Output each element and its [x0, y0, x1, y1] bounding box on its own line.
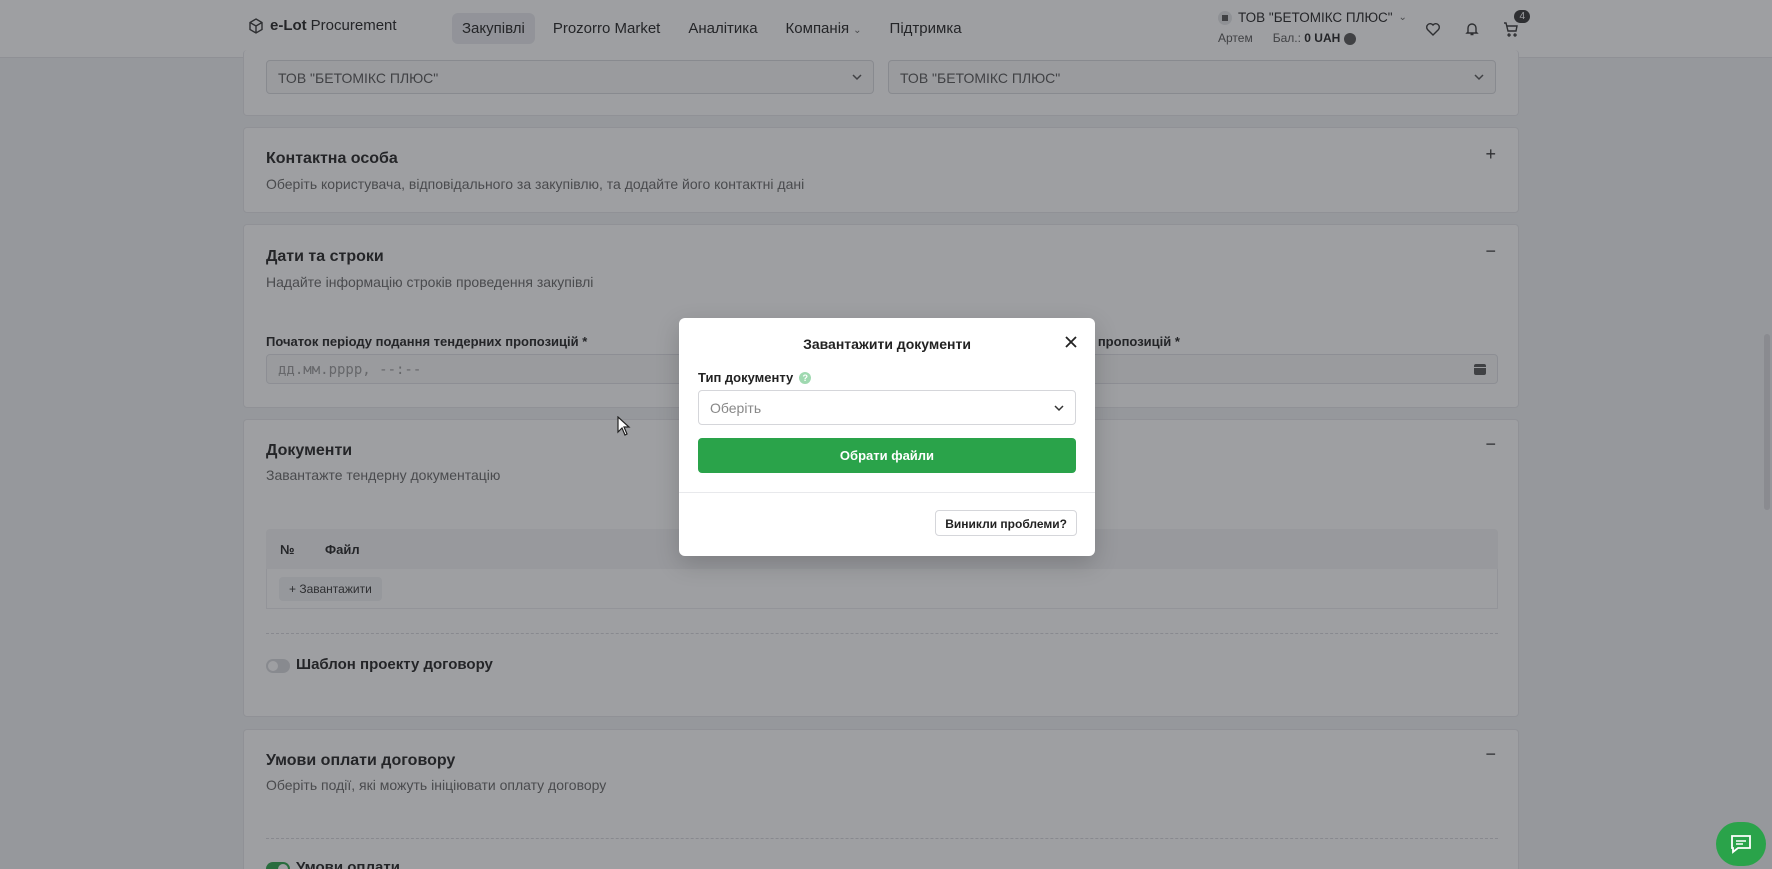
- document-type-label-text: Тип документу: [698, 370, 794, 385]
- modal-title: Завантажити документи: [803, 336, 971, 352]
- problems-button[interactable]: Виникли проблеми?: [935, 510, 1077, 536]
- upload-documents-modal: Завантажити документи Тип документу ? Об…: [679, 318, 1095, 556]
- chat-button[interactable]: [1716, 822, 1766, 866]
- mouse-cursor-icon: [617, 416, 631, 436]
- chevron-down-icon: [1054, 405, 1064, 412]
- select-files-button[interactable]: Обрати файли: [698, 438, 1076, 473]
- chat-icon: [1731, 835, 1751, 854]
- document-type-label: Тип документу ?: [698, 370, 812, 385]
- page-scrollbar[interactable]: [1762, 58, 1772, 869]
- close-icon[interactable]: [1063, 334, 1079, 350]
- document-type-placeholder: Оберіть: [710, 400, 762, 416]
- scrollbar-thumb[interactable]: [1764, 334, 1770, 510]
- document-type-select[interactable]: Оберіть: [698, 390, 1076, 425]
- help-icon[interactable]: ?: [799, 371, 812, 384]
- modal-divider: [679, 492, 1095, 493]
